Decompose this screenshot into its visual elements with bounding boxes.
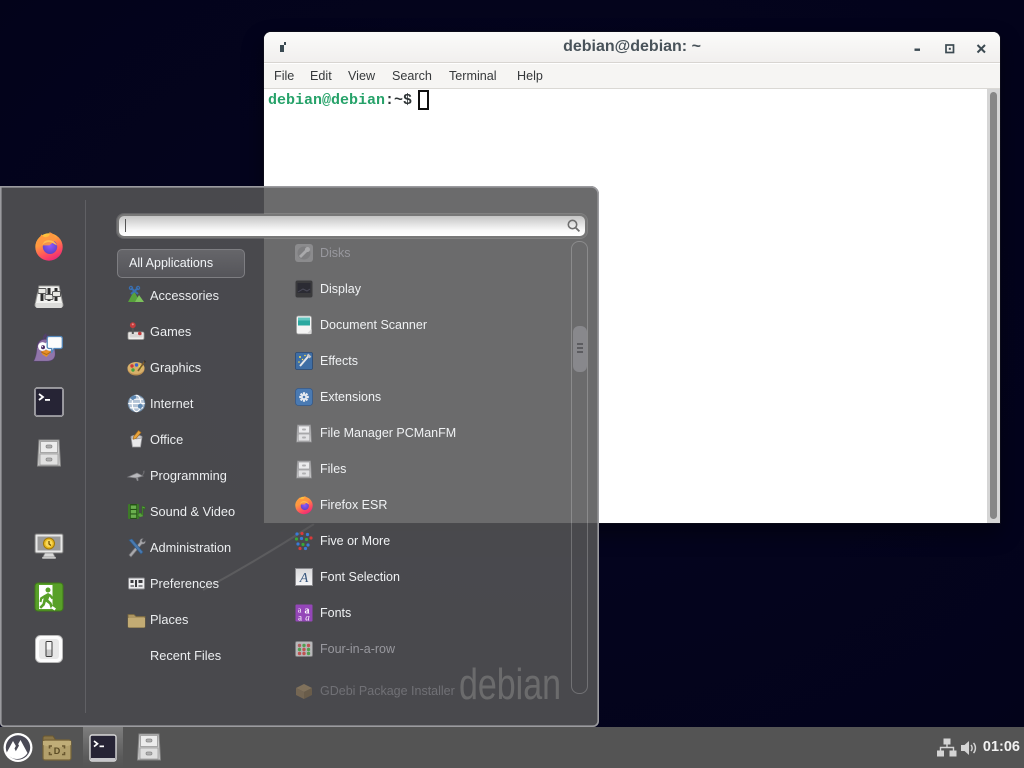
svg-text:A: A [299,571,309,586]
svg-text:a: a [305,612,310,622]
svg-text:a: a [298,612,302,622]
svg-text:D: D [54,746,61,756]
